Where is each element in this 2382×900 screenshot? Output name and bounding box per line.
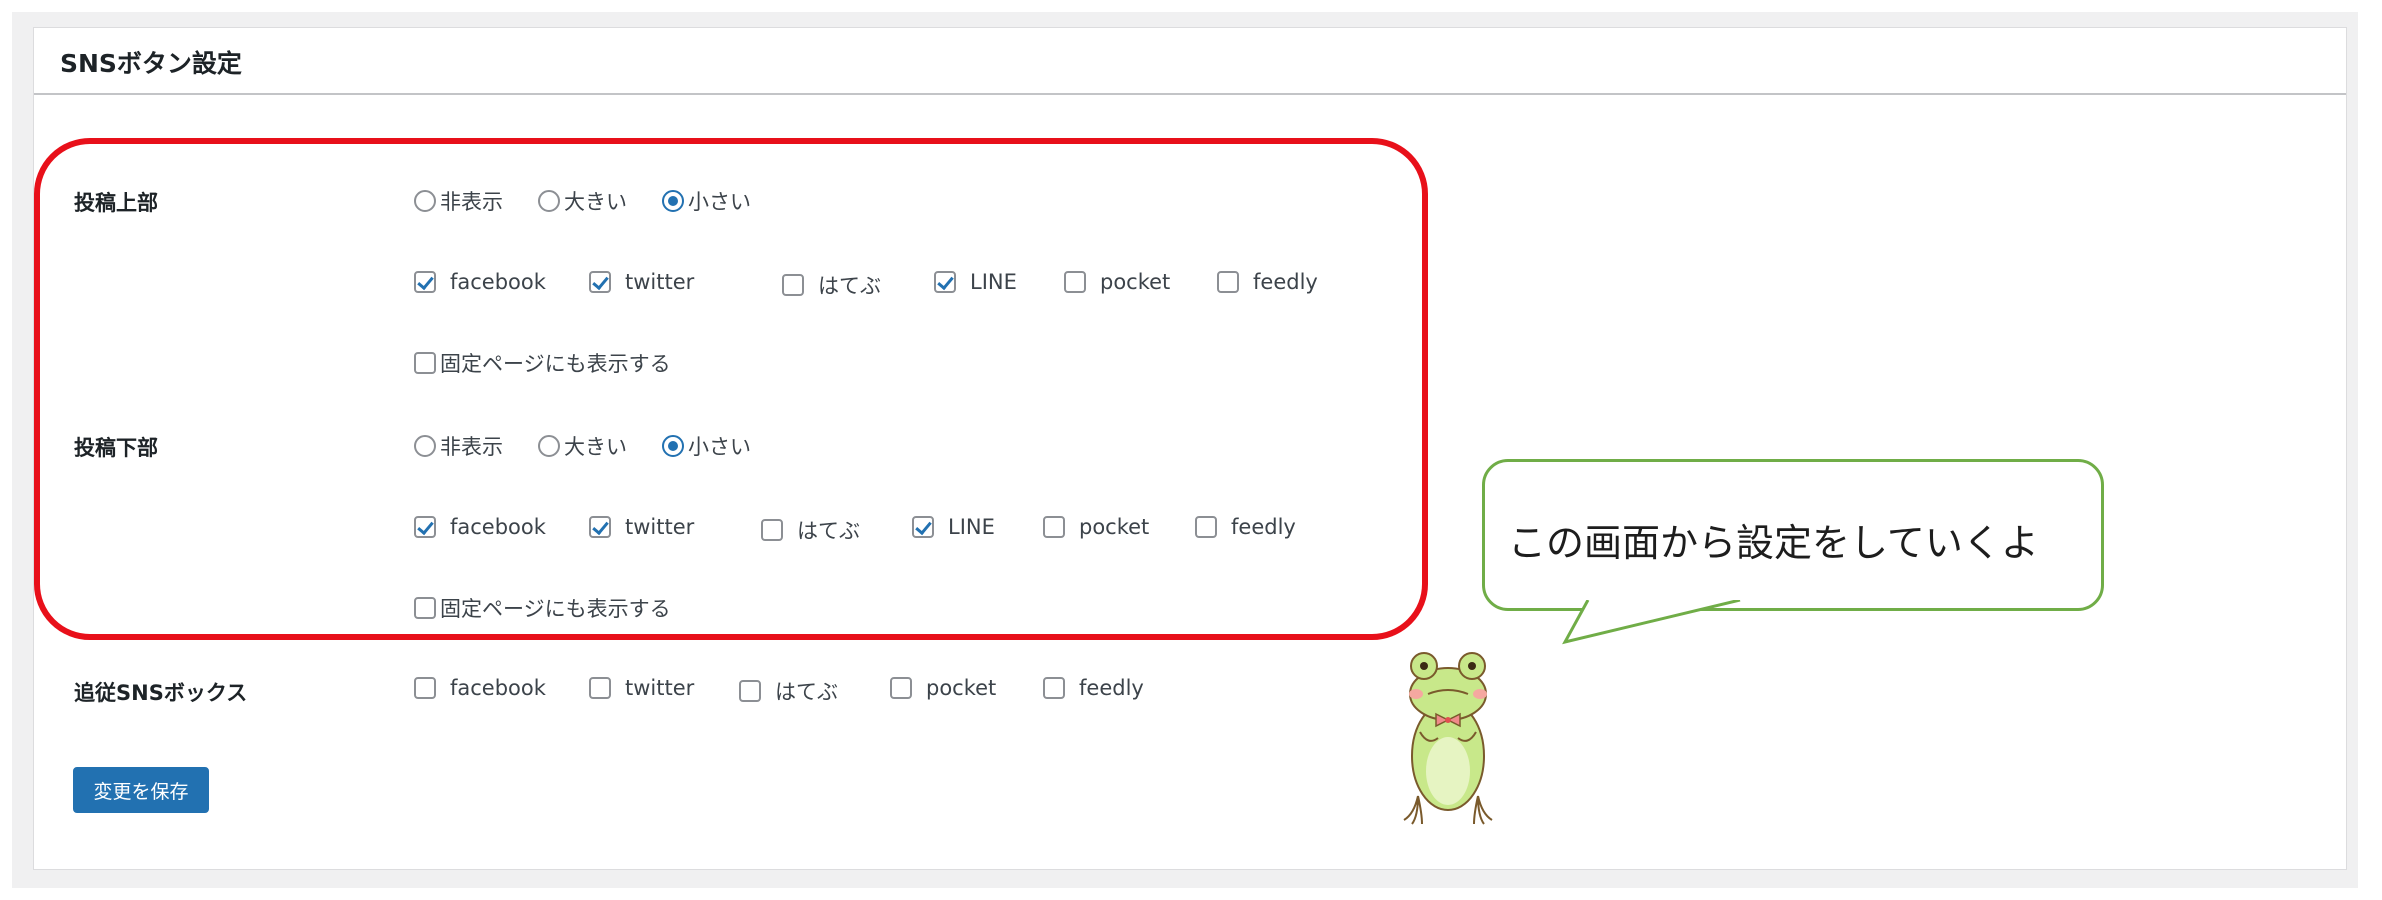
checkbox-label: facebook — [450, 676, 546, 700]
checkbox-label: feedly — [1079, 676, 1144, 700]
checkbox-icon[interactable] — [1043, 677, 1065, 699]
checkbox-label: twitter — [625, 676, 695, 700]
speech-bubble-tail — [1562, 600, 1741, 645]
save-changes-button[interactable]: 変更を保存 — [73, 767, 209, 813]
checkbox-icon[interactable] — [589, 677, 611, 699]
checkbox-label: pocket — [926, 676, 997, 700]
highlight-annotation-frame — [34, 138, 1428, 640]
follow-facebook-checkbox[interactable]: facebook — [414, 676, 546, 700]
checkbox-icon[interactable] — [739, 680, 761, 702]
follow-hatebu-checkbox[interactable]: はてぶ — [739, 676, 838, 706]
follow-pocket-checkbox[interactable]: pocket — [890, 676, 996, 700]
checkbox-icon[interactable] — [414, 677, 436, 699]
checkbox-label: はてぶ — [775, 680, 838, 704]
card-title: SNSボタン設定 — [60, 49, 242, 78]
follow-section-label: 追従SNSボックス — [74, 681, 248, 705]
card-divider — [34, 93, 2346, 95]
frog-mascot-illustration — [1403, 652, 1493, 825]
checkbox-icon[interactable] — [890, 677, 912, 699]
speech-bubble-text: この画面から設定をしていくよ — [1508, 521, 2039, 565]
follow-twitter-checkbox[interactable]: twitter — [589, 676, 694, 700]
follow-feedly-checkbox[interactable]: feedly — [1043, 676, 1144, 700]
